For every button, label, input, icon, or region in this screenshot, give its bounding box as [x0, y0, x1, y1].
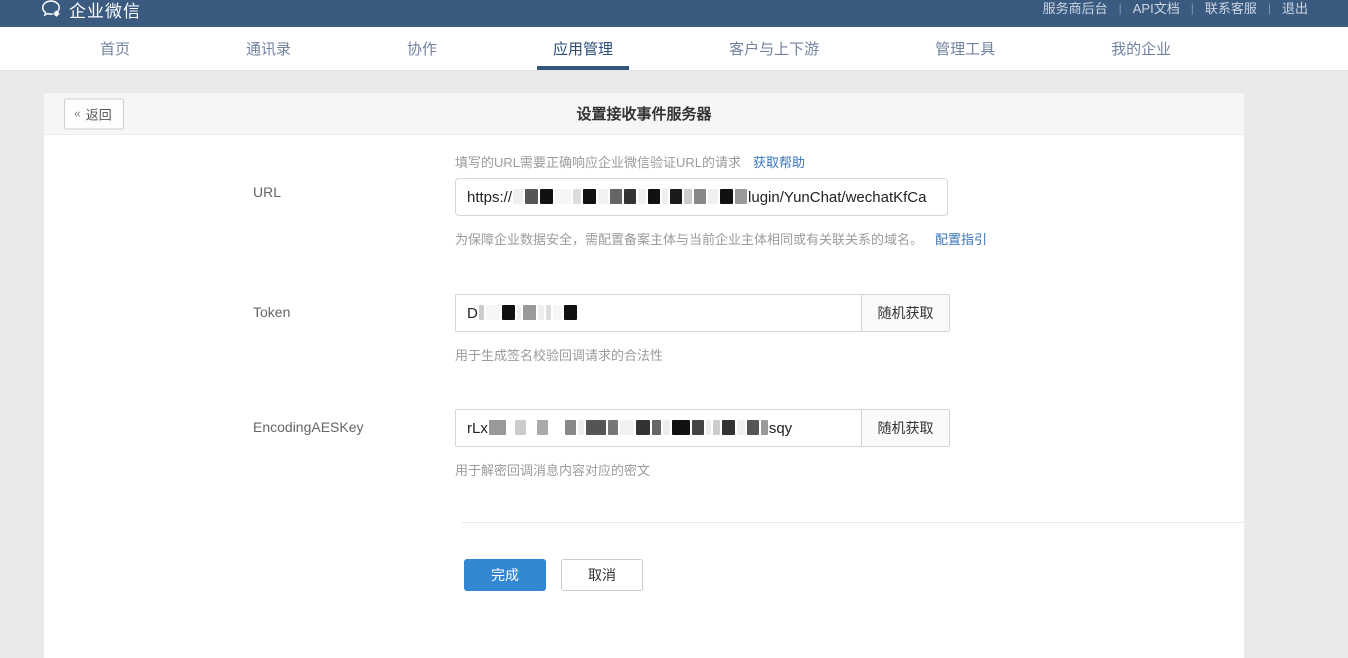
top-link-api-docs[interactable]: API文档 — [1133, 0, 1180, 17]
url-control: 填写的URL需要正确响应企业微信验证URL的请求获取帮助 https:// lug… — [455, 152, 987, 248]
tab-management-tools[interactable]: 管理工具 — [919, 27, 1011, 70]
aeskey-control: rLx sqy 随机获取 用于解密回调消息内容对应的密文 — [455, 409, 950, 479]
cancel-button[interactable]: 取消 — [561, 559, 643, 591]
top-link-service-provider[interactable]: 服务商后台 — [1043, 0, 1108, 17]
form-row-aeskey: EncodingAESKey rLx sqy 随机获取 用于解密回调消息内容对应的… — [253, 409, 1244, 479]
settings-card: « 返回 设置接收事件服务器 URL 填写的URL需要正确响应企业微信验证URL… — [44, 93, 1244, 658]
top-bar: 企业微信 服务商后台 | API文档 | 联系客服 | 退出 — [0, 0, 1348, 27]
url-helper-top-text: 填写的URL需要正确响应企业微信验证URL的请求 — [455, 155, 741, 170]
aeskey-value-prefix: rLx — [467, 420, 488, 437]
card-header: « 返回 设置接收事件服务器 — [44, 93, 1244, 135]
token-random-generate-button[interactable]: 随机获取 — [861, 294, 950, 332]
token-value-prefix: D — [467, 305, 478, 322]
url-helper-bottom: 为保障企业数据安全，需配置备案主体与当前企业主体相同或有关联关系的域名。配置指引 — [455, 229, 987, 248]
aeskey-random-generate-button[interactable]: 随机获取 — [861, 409, 950, 447]
top-link-contact-support[interactable]: 联系客服 — [1205, 0, 1257, 17]
url-helper-top: 填写的URL需要正确响应企业微信验证URL的请求获取帮助 — [455, 152, 987, 171]
aeskey-masked-segment — [488, 420, 769, 437]
top-link-logout[interactable]: 退出 — [1282, 0, 1308, 17]
aeskey-input[interactable]: rLx sqy — [455, 409, 862, 447]
page-title: 设置接收事件服务器 — [576, 103, 711, 124]
brand-name: 企业微信 — [69, 0, 141, 22]
tab-contacts[interactable]: 通讯录 — [230, 27, 307, 70]
token-helper: 用于生成签名校验回调请求的合法性 — [455, 345, 950, 364]
token-control: D 随机获取 用于生成签名校验回调请求的合法性 — [455, 294, 950, 364]
aeskey-value-suffix: sqy — [769, 420, 792, 437]
form-row-token: Token D 随机获取 用于生成签名校验回调请求的合法性 — [253, 294, 1244, 364]
back-button-label: 返回 — [86, 104, 112, 123]
tab-collaboration[interactable]: 协作 — [391, 27, 453, 70]
tab-customers[interactable]: 客户与上下游 — [713, 27, 835, 70]
token-masked-segment — [478, 305, 578, 322]
tab-my-company[interactable]: 我的企业 — [1095, 27, 1187, 70]
token-input-group: D 随机获取 — [455, 294, 950, 332]
token-input[interactable]: D — [455, 294, 862, 332]
tab-home[interactable]: 首页 — [84, 27, 146, 70]
url-helper-bottom-text: 为保障企业数据安全，需配置备案主体与当前企业主体相同或有关联关系的域名。 — [455, 232, 923, 247]
form-area: URL 填写的URL需要正确响应企业微信验证URL的请求获取帮助 https:/… — [44, 152, 1244, 591]
confirm-button[interactable]: 完成 — [464, 559, 546, 591]
get-help-link[interactable]: 获取帮助 — [753, 155, 805, 170]
separator: | — [1268, 0, 1271, 17]
wechat-work-bubble-icon — [40, 0, 62, 20]
token-label: Token — [253, 294, 455, 364]
divider — [462, 522, 1244, 523]
tab-app-management[interactable]: 应用管理 — [537, 27, 629, 70]
aeskey-label: EncodingAESKey — [253, 409, 455, 479]
config-guide-link[interactable]: 配置指引 — [935, 232, 987, 247]
aeskey-input-group: rLx sqy 随机获取 — [455, 409, 950, 447]
brand-logo[interactable]: 企业微信 — [40, 0, 141, 22]
url-value-prefix: https:// — [467, 189, 512, 206]
back-chevron-icon: « — [74, 107, 81, 121]
top-links: 服务商后台 | API文档 | 联系客服 | 退出 — [1043, 0, 1308, 17]
url-label: URL — [253, 152, 455, 248]
form-actions: 完成 取消 — [464, 559, 1244, 591]
main-nav: 首页 通讯录 协作 应用管理 客户与上下游 管理工具 我的企业 — [0, 27, 1348, 71]
aeskey-helper: 用于解密回调消息内容对应的密文 — [455, 460, 950, 479]
separator: | — [1191, 0, 1194, 17]
url-value-suffix: lugin/YunChat/wechatKfCa — [748, 189, 926, 206]
separator: | — [1119, 0, 1122, 17]
url-input[interactable]: https:// lugin/YunChat/wechatKfCa — [455, 178, 948, 216]
form-row-url: URL 填写的URL需要正确响应企业微信验证URL的请求获取帮助 https:/… — [253, 152, 1244, 248]
url-masked-segment — [512, 189, 748, 206]
back-button[interactable]: « 返回 — [64, 98, 124, 129]
